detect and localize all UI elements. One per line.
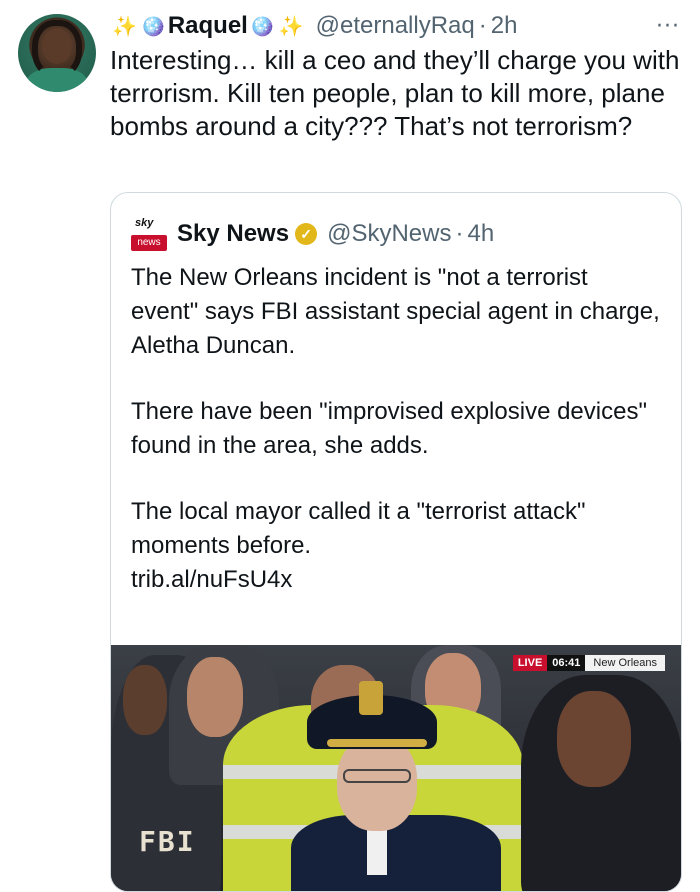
quoted-author-name[interactable]: Sky News	[177, 220, 289, 248]
live-broadcast-bar: LIVE 06:41 New Orleans	[512, 655, 665, 671]
tweet-header: ✨ 🪩 Raquel 🪩 ✨ @eternallyRaq · 2h	[110, 10, 517, 42]
quoted-header: sky news Sky News ✓ @SkyNews · 4h	[131, 217, 494, 251]
cap-badge-icon	[359, 681, 383, 715]
author-handle[interactable]: @eternallyRaq	[316, 12, 475, 40]
police-chief-face	[337, 735, 417, 831]
fbi-jacket-text: FBI	[139, 825, 196, 858]
sparkle-icon: ✨	[278, 14, 304, 38]
quoted-tweet[interactable]: sky news Sky News ✓ @SkyNews · 4h The Ne…	[110, 192, 682, 892]
quoted-time[interactable]: 4h	[467, 220, 494, 248]
quoted-text: The New Orleans incident is "not a terro…	[131, 261, 661, 597]
quoted-paragraph: There have been "improvised explosive de…	[131, 398, 647, 459]
time-separator: ·	[478, 12, 487, 39]
disco-ball-icon: 🪩	[249, 14, 275, 38]
quoted-time-separator: ·	[455, 220, 464, 247]
tweet-time[interactable]: 2h	[491, 12, 518, 40]
avatar-face	[42, 28, 72, 64]
police-cap	[307, 681, 437, 749]
glasses-icon	[343, 769, 411, 783]
sky-logo-bottom: news	[131, 235, 167, 251]
live-badge: LIVE	[512, 655, 548, 671]
quoted-link[interactable]: trib.al/nuFsU4x	[131, 563, 661, 597]
verified-badge-icon: ✓	[295, 223, 318, 245]
tweet-text: Interesting… kill a ceo and they’ll char…	[110, 45, 680, 141]
quoted-author-handle[interactable]: @SkyNews	[327, 220, 451, 248]
sparkle-icon: ✨	[112, 14, 137, 38]
sky-logo-top: sky	[135, 217, 154, 229]
author-name[interactable]: Raquel	[168, 12, 248, 40]
fbi-agent-woman-figure	[521, 675, 681, 891]
quoted-paragraph: The local mayor called it a "terrorist a…	[131, 498, 586, 559]
broadcast-location: New Orleans	[585, 655, 665, 671]
author-avatar[interactable]	[18, 14, 96, 92]
disco-ball-icon: 🪩	[140, 14, 166, 38]
quoted-paragraph: The New Orleans incident is "not a terro…	[131, 264, 660, 359]
news-video-still[interactable]: FBI LIVE 06:41 New Orleans	[111, 645, 681, 891]
sky-news-logo[interactable]: sky news	[131, 217, 167, 251]
more-options-icon[interactable]: ···	[656, 14, 680, 39]
broadcast-clock: 06:41	[547, 655, 586, 671]
